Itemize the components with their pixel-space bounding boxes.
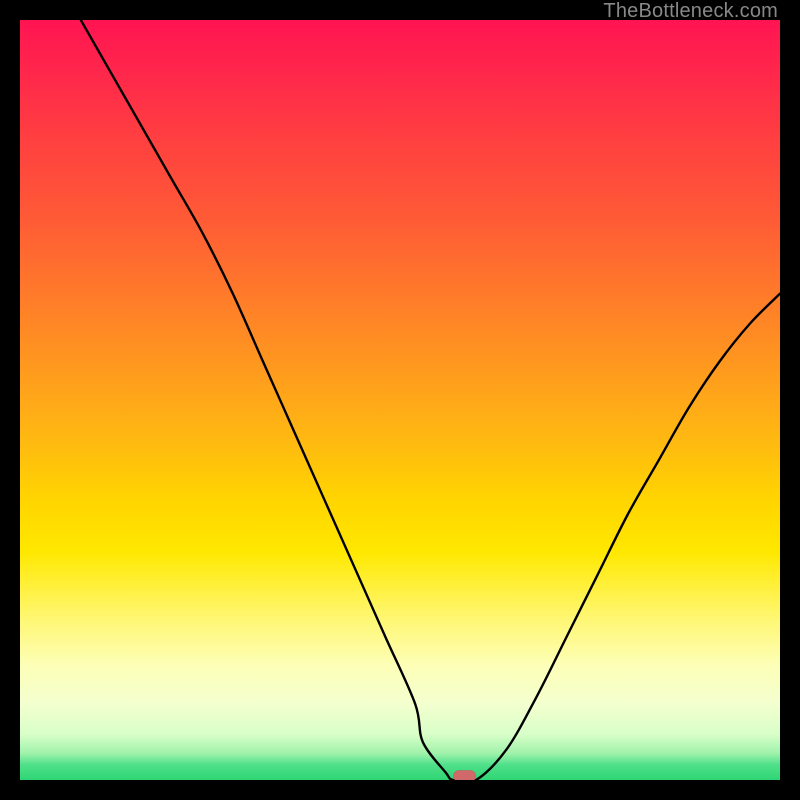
plot-area: [20, 20, 780, 780]
chart-frame: TheBottleneck.com: [0, 0, 800, 800]
curve-svg: [20, 20, 780, 780]
bottleneck-curve: [81, 20, 780, 780]
minimum-marker: [454, 771, 476, 781]
